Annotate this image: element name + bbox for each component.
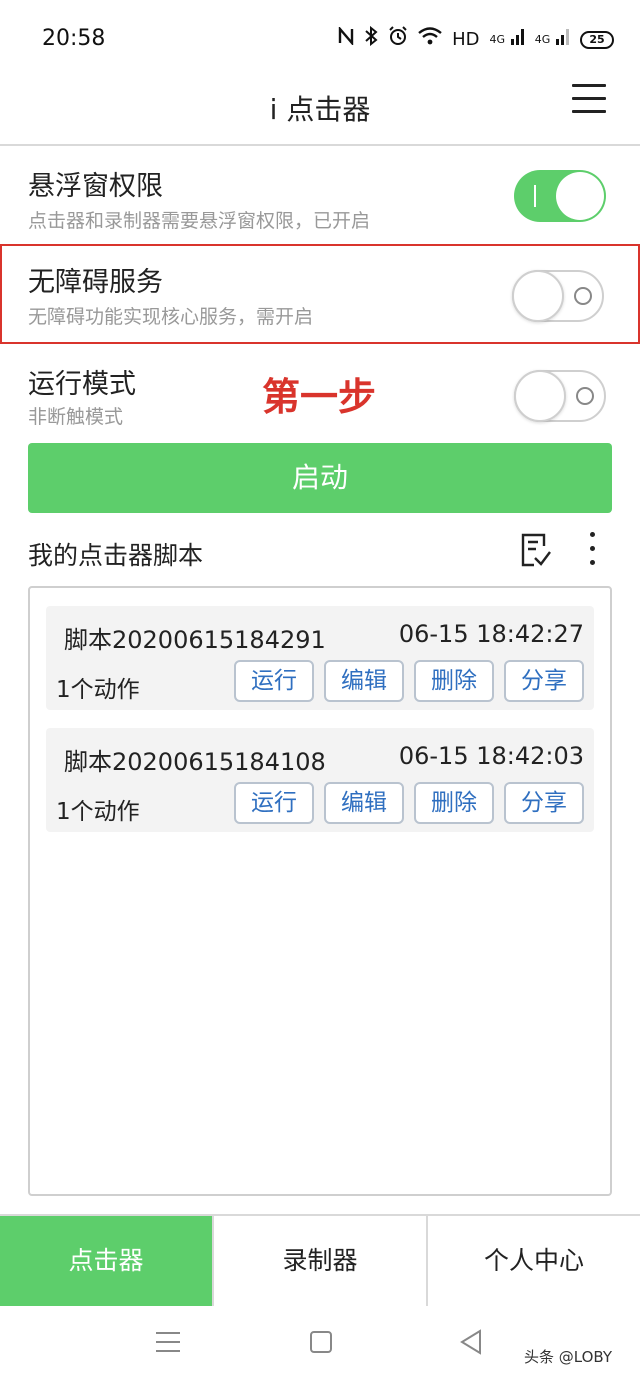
signal-2: 4G [535,26,570,54]
script-action-count: 1个动作 [56,799,140,825]
script-buttons: 运行 编辑 删除 分享 [234,782,584,824]
setting-desc: 非断触模式 [28,406,124,428]
page-title: i 点击器 [269,93,371,126]
script-buttons: 运行 编辑 删除 分享 [234,660,584,702]
edit-button[interactable]: 编辑 [324,782,404,824]
setting-title: 悬浮窗权限 [28,171,163,202]
script-time: 06-15 18:42:27 [398,620,584,648]
setting-title: 无障碍服务 [28,267,163,298]
home-icon[interactable] [310,1331,332,1353]
scripts-list: 脚本20200615184291 06-15 18:42:27 1个动作 运行 … [28,586,612,1196]
script-name: 脚本20200615184291 [64,626,326,654]
edit-button[interactable]: 编辑 [324,660,404,702]
watermark: 头条 @LOBY [524,1348,613,1366]
setting-accessibility: 无障碍服务 无障碍功能实现核心服务，需开启 [0,244,640,344]
hd-label: HD [452,29,480,50]
status-bar: 20:58 HD 4G 4G 25 [0,0,640,80]
start-button[interactable]: 启动 [28,443,612,513]
more-vertical-icon[interactable] [584,532,600,572]
system-nav-bar: 头条 @LOBY [0,1306,640,1383]
accessibility-toggle[interactable] [512,270,604,322]
run-button[interactable]: 运行 [234,660,314,702]
setting-desc: 点击器和录制器需要悬浮窗权限，已开启 [28,210,371,232]
signal-1: 4G [489,26,524,54]
status-time: 20:58 [42,26,106,51]
status-icons: HD 4G 4G 25 [338,25,614,55]
recent-apps-icon[interactable] [156,1332,180,1352]
share-button[interactable]: 分享 [504,660,584,702]
share-button[interactable]: 分享 [504,782,584,824]
tab-recorder[interactable]: 录制器 [212,1216,426,1306]
float-window-toggle[interactable] [514,170,606,222]
setting-desc: 无障碍功能实现核心服务，需开启 [28,306,314,328]
list-item: 脚本20200615184108 06-15 18:42:03 1个动作 运行 … [46,728,594,832]
delete-button[interactable]: 删除 [414,782,494,824]
document-check-icon[interactable] [520,532,552,568]
back-icon[interactable] [458,1328,486,1356]
tab-profile[interactable]: 个人中心 [426,1216,640,1306]
app-header: i 点击器 [0,80,640,146]
run-button[interactable]: 运行 [234,782,314,824]
setting-title: 运行模式 [28,369,136,400]
nfc-icon [338,25,354,54]
run-mode-toggle[interactable] [514,370,606,422]
list-item: 脚本20200615184291 06-15 18:42:27 1个动作 运行 … [46,606,594,710]
tab-clicker[interactable]: 点击器 [0,1216,212,1306]
scripts-title: 我的点击器脚本 [28,541,204,570]
step-annotation: 第一步 [262,375,377,419]
script-name: 脚本20200615184108 [64,748,326,776]
menu-icon[interactable] [572,84,606,114]
setting-float-window: 悬浮窗权限 点击器和录制器需要悬浮窗权限，已开启 [0,148,640,246]
bluetooth-icon [364,25,378,55]
delete-button[interactable]: 删除 [414,660,494,702]
script-action-count: 1个动作 [56,677,140,703]
bottom-tab-bar: 点击器 录制器 个人中心 [0,1214,640,1306]
script-time: 06-15 18:42:03 [398,742,584,770]
alarm-icon [388,25,408,55]
wifi-icon [418,26,442,54]
battery-indicator: 25 [580,31,614,49]
